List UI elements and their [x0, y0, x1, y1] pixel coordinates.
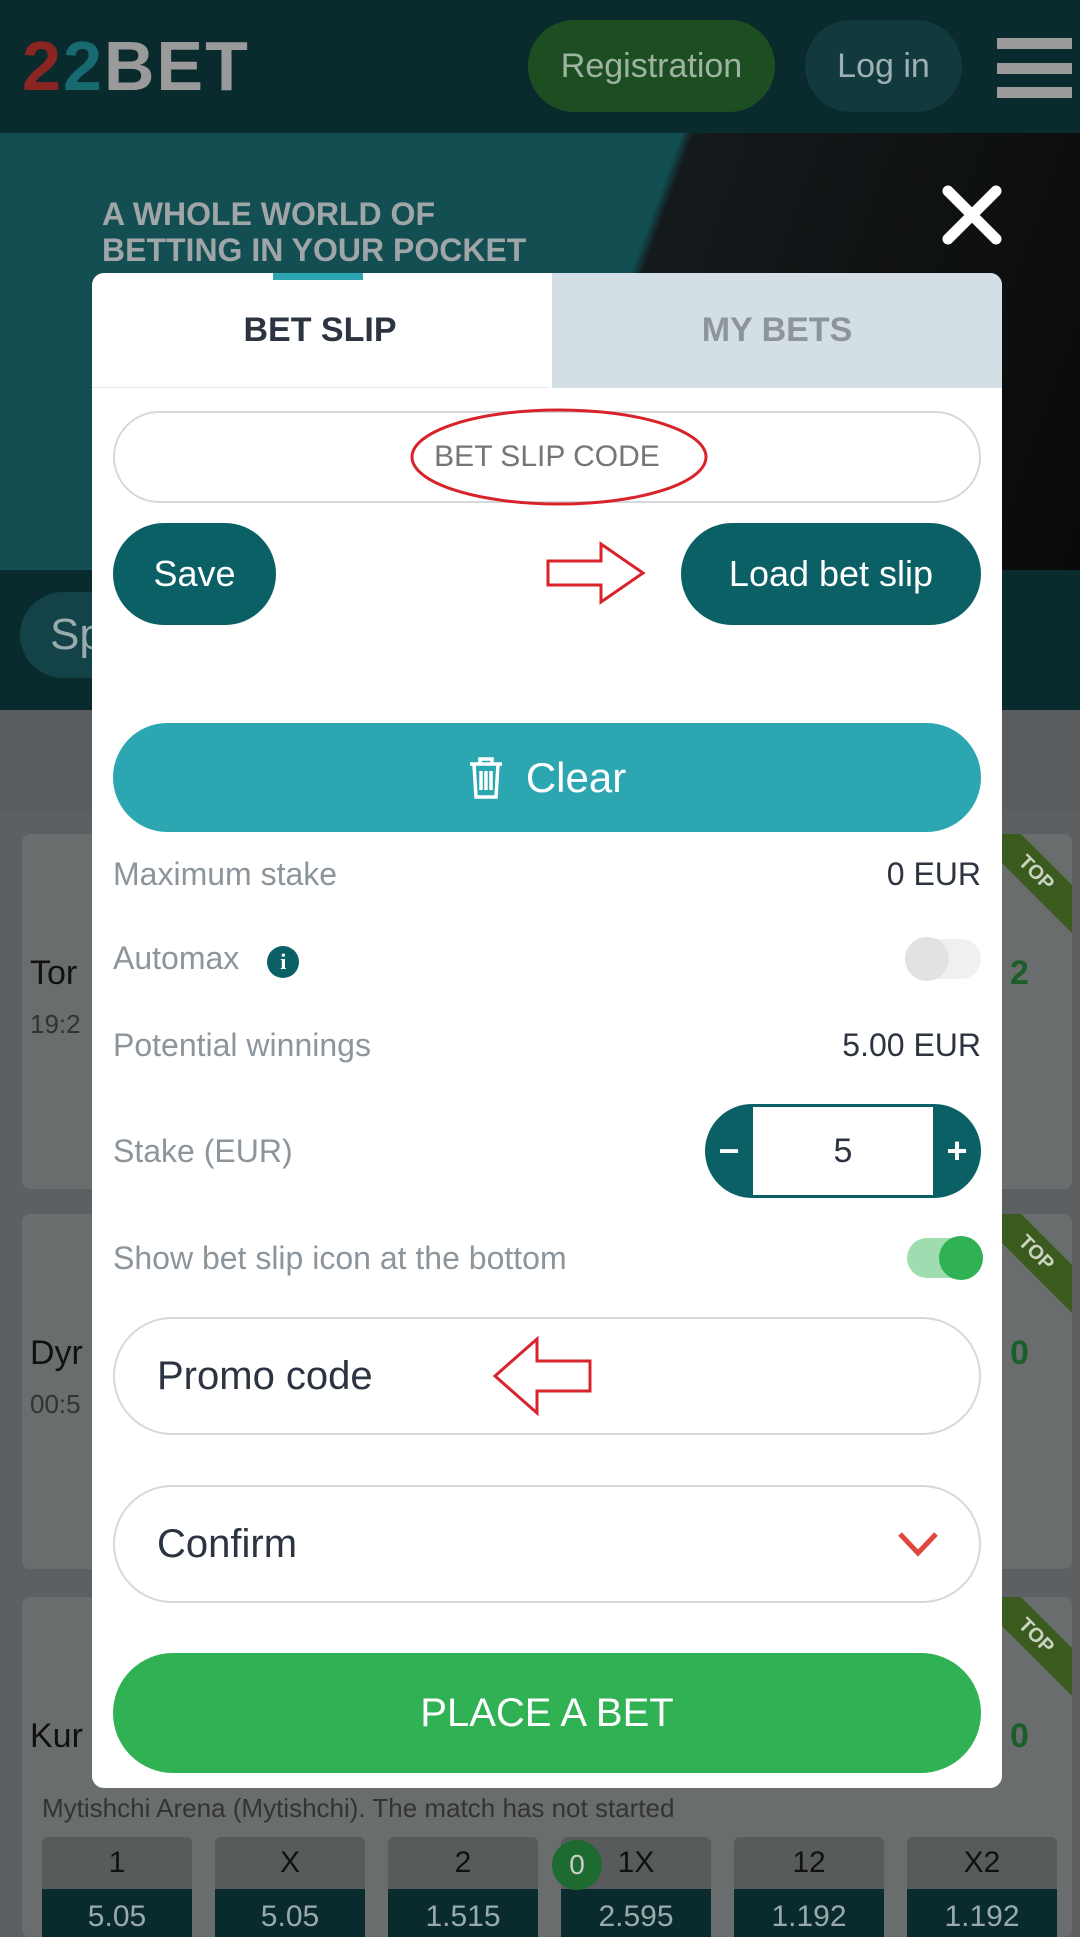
- odd-button[interactable]: X 5.05: [215, 1837, 365, 1937]
- confirm-select[interactable]: Confirm: [113, 1485, 981, 1603]
- load-bet-slip-button[interactable]: Load bet slip: [681, 523, 981, 625]
- event-name: Dyr: [30, 1334, 83, 1372]
- stake-row: Stake (EUR) − +: [113, 1104, 981, 1198]
- betslip-count-badge[interactable]: 0: [552, 1840, 602, 1890]
- show-icon-row: Show bet slip icon at the bottom: [113, 1236, 983, 1280]
- stake-stepper[interactable]: − +: [705, 1104, 981, 1198]
- event-time: 19:2: [30, 1009, 81, 1039]
- place-bet-button[interactable]: PLACE A BET: [113, 1653, 981, 1773]
- increase-button[interactable]: +: [933, 1130, 981, 1172]
- menu-icon[interactable]: [997, 38, 1072, 98]
- chevron-down-icon: [898, 1532, 938, 1557]
- save-button[interactable]: Save: [113, 523, 276, 625]
- annotation-arrow-right: [546, 541, 646, 605]
- event-score: 2: [1010, 954, 1029, 992]
- odd-button[interactable]: 2 1.515: [388, 1837, 538, 1937]
- odd-button[interactable]: X2 1.192: [907, 1837, 1057, 1937]
- logo[interactable]: 22BET: [22, 26, 250, 106]
- tab-my-bets[interactable]: MY BETS: [552, 273, 1002, 388]
- max-stake-row: Maximum stake 0 EUR: [113, 855, 981, 892]
- event-name: Tor: [30, 954, 78, 992]
- event-name: Kur: [30, 1717, 83, 1755]
- bet-slip-code-input[interactable]: [113, 411, 981, 503]
- close-icon[interactable]: [940, 183, 1004, 247]
- automax-toggle[interactable]: [905, 937, 981, 981]
- bet-slip-modal: BET SLIP MY BETS Save Load bet slip Clea…: [92, 273, 1002, 1788]
- event-score: 0: [1010, 1717, 1029, 1755]
- odd-button[interactable]: 1 5.05: [42, 1837, 192, 1937]
- clear-button[interactable]: Clear: [113, 723, 981, 832]
- trash-icon: [469, 756, 502, 799]
- event-time: 00:5: [30, 1389, 81, 1419]
- event-score: 0: [1010, 1334, 1029, 1372]
- event-venue: Mytishchi Arena (Mytishchi). The match h…: [42, 1793, 675, 1823]
- stake-input[interactable]: [753, 1107, 933, 1195]
- show-icon-toggle[interactable]: [907, 1236, 983, 1280]
- annotation-arrow-left: [492, 1336, 592, 1416]
- top-header: 22BET Registration Log in: [0, 0, 1080, 133]
- potential-winnings-row: Potential winnings 5.00 EUR: [113, 1026, 981, 1063]
- banner-text: A WHOLE WORLD OF BETTING IN YOUR POCKET: [102, 196, 527, 268]
- clear-label: Clear: [525, 753, 627, 801]
- active-tab-indicator: [273, 273, 363, 280]
- odd-button[interactable]: 12 1.192: [734, 1837, 884, 1937]
- automax-row: Automax i: [113, 937, 981, 981]
- decrease-button[interactable]: −: [705, 1130, 753, 1172]
- login-button[interactable]: Log in: [805, 20, 962, 112]
- tab-bet-slip[interactable]: BET SLIP: [92, 273, 548, 388]
- info-icon[interactable]: i: [267, 946, 300, 978]
- registration-button[interactable]: Registration: [528, 20, 775, 112]
